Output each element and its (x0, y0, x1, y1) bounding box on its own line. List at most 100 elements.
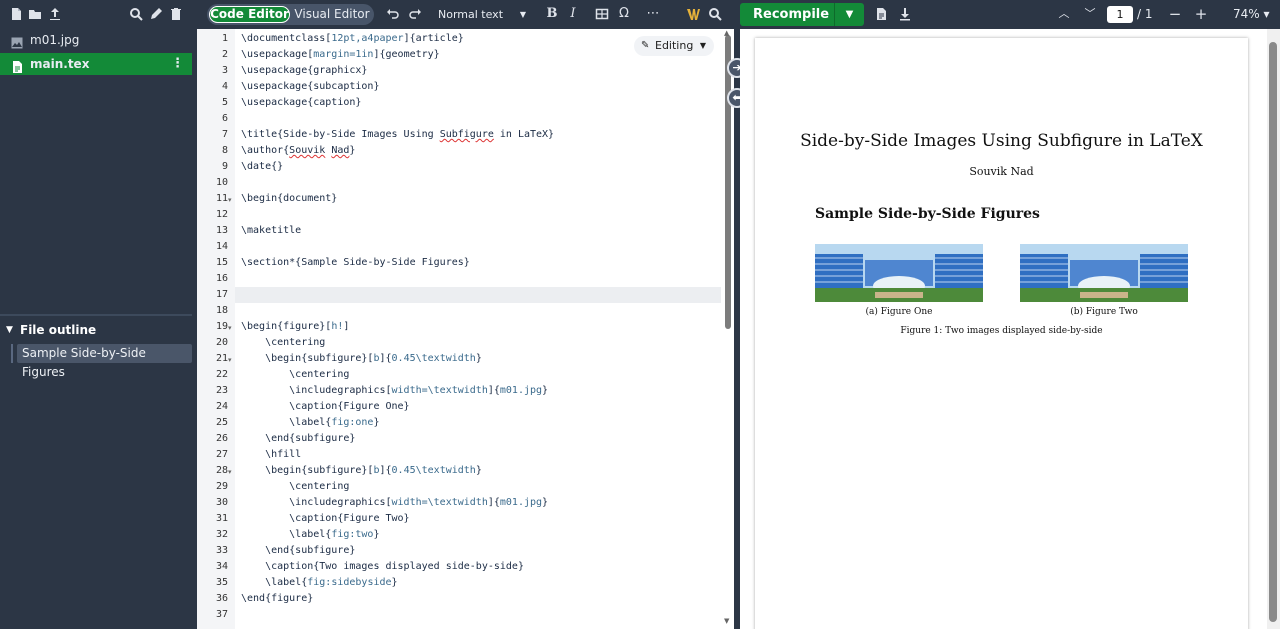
code-line[interactable]: \begin{figure}[h!] (241, 319, 349, 335)
fold-toggle-icon[interactable]: ▾ (228, 356, 232, 364)
code-line[interactable]: \section*{Sample Side-by-Side Figures} (241, 255, 470, 271)
recompile-label: Recompile (753, 7, 830, 22)
fold-toggle-icon[interactable]: ▾ (228, 468, 232, 476)
line-number: 7 (221, 129, 228, 140)
outline-indent-bar (11, 344, 13, 363)
code-line[interactable]: \caption{Two images displayed side-by-si… (241, 559, 524, 575)
search-icon[interactable] (128, 6, 144, 22)
page-total: / 1 (1137, 7, 1153, 21)
page-number-input[interactable]: 1 (1107, 6, 1133, 23)
line-number: 17 (215, 289, 228, 300)
code-line[interactable]: \label{fig:one} (241, 415, 379, 431)
code-line[interactable]: \label{fig:sidebyside} (241, 575, 397, 591)
code-line[interactable]: \author{Souvik Nad} (241, 143, 355, 159)
code-line[interactable]: \caption{Figure Two} (241, 511, 409, 527)
code-line[interactable]: \usepackage{graphicx} (241, 63, 367, 79)
text-style-select[interactable]: Normal text ▼ (438, 6, 528, 23)
line-number: 27 (215, 449, 228, 460)
file-icon (11, 58, 23, 73)
code-editor-button[interactable]: Code Editor (209, 6, 290, 23)
recompile-options-chevron-icon[interactable]: ▼ (834, 3, 864, 26)
chevron-down-icon: ▼ (699, 41, 706, 50)
line-number: 4 (221, 81, 228, 92)
fold-toggle-icon[interactable]: ▾ (228, 196, 232, 204)
line-number: 2 (221, 49, 228, 60)
line-number: 26 (215, 433, 228, 444)
line-number: 31 (215, 513, 228, 524)
code-line[interactable]: \begin{subfigure}[b]{0.45\textwidth} (241, 351, 482, 367)
previous-page-icon[interactable]: ︿ (1056, 6, 1072, 22)
line-number: 34 (215, 561, 228, 572)
zoom-in-icon[interactable]: + (1193, 6, 1209, 22)
code-line[interactable]: \begin{document} (241, 191, 337, 207)
code-line[interactable]: \end{figure} (241, 591, 313, 607)
code-line[interactable]: \usepackage[margin=1in]{geometry} (241, 47, 440, 63)
code-line[interactable]: \usepackage{caption} (241, 95, 361, 111)
line-number: 1 (221, 33, 228, 44)
code-line[interactable]: \title{Side-by-Side Images Using Subfigu… (241, 127, 554, 143)
code-line[interactable]: \hfill (241, 447, 301, 463)
fold-toggle-icon[interactable]: ▾ (228, 324, 232, 332)
omega-icon[interactable]: Ω (616, 6, 632, 22)
scroll-up-icon[interactable]: ▲ (724, 29, 729, 37)
code-line[interactable]: \centering (241, 367, 349, 383)
sidebar-resize-handle[interactable] (0, 314, 192, 316)
code-line[interactable]: \includegraphics[width=\textwidth]{m01.j… (241, 495, 548, 511)
file-item-main-tex[interactable]: main.tex ⋮ (0, 53, 192, 75)
file-outline-header[interactable]: ▼ File outline (0, 321, 192, 339)
code-editor[interactable]: 1 2 3 4 5 6 7 8 9 10 11 ▾ 12 13 14 15 16 17 18 19 ▾ 20 21 ▾ 22 23… (197, 29, 734, 629)
next-page-icon[interactable]: ﹀ (1082, 6, 1098, 22)
pdf-section-heading: Sample Side-by-Side Figures (815, 206, 1040, 222)
code-line[interactable]: \centering (241, 335, 325, 351)
code-line[interactable]: \maketitle (241, 223, 301, 239)
line-number: 25 (215, 417, 228, 428)
editing-mode-dropdown[interactable]: ✎ Editing ▼ (634, 36, 714, 56)
code-line[interactable]: \end{subfigure} (241, 431, 355, 447)
pencil-icon: ✎ (641, 40, 650, 51)
pdf-figure-image-a (815, 244, 983, 302)
writefull-icon[interactable] (685, 6, 701, 22)
line-number: 32 (215, 529, 228, 540)
new-folder-icon[interactable] (27, 6, 43, 22)
italic-icon[interactable]: I (565, 6, 581, 22)
line-number: 13 (215, 225, 228, 236)
active-line-highlight (235, 287, 721, 303)
table-icon[interactable] (594, 6, 610, 22)
code-line[interactable]: \end{subfigure} (241, 543, 355, 559)
pdf-page[interactable]: Side-by-Side Images Using Subfigure in L… (755, 38, 1248, 629)
code-line[interactable]: \label{fig:two} (241, 527, 379, 543)
bold-icon[interactable]: B (544, 6, 560, 22)
scroll-down-icon[interactable]: ▼ (724, 617, 729, 625)
undo-icon[interactable] (385, 6, 401, 22)
recompile-button[interactable]: Recompile ▼ (740, 3, 864, 26)
visual-editor-button[interactable]: Visual Editor (292, 6, 372, 23)
line-number: 6 (221, 113, 228, 124)
code-line[interactable]: \includegraphics[width=\textwidth]{m01.j… (241, 383, 548, 399)
more-icon[interactable]: ⋯ (645, 6, 661, 22)
code-line[interactable]: \documentclass[12pt,a4paper]{article} (241, 31, 464, 47)
new-file-icon[interactable] (8, 6, 24, 22)
redo-icon[interactable] (407, 6, 423, 22)
code-line[interactable]: \caption{Figure One} (241, 399, 409, 415)
code-line[interactable]: \date{} (241, 159, 283, 175)
pdf-scrollbar[interactable] (1269, 42, 1277, 622)
chevron-down-icon: ▼ (519, 10, 526, 19)
editor-scrollbar[interactable] (725, 35, 731, 329)
upload-icon[interactable] (47, 6, 63, 22)
log-file-icon[interactable] (873, 6, 889, 22)
outline-item-section[interactable]: Sample Side-by-Side Figures (17, 344, 192, 379)
code-line[interactable]: \usepackage{subcaption} (241, 79, 379, 95)
line-number: 5 (221, 97, 228, 108)
zoom-out-icon[interactable]: − (1167, 6, 1183, 22)
search-icon[interactable] (707, 6, 723, 22)
code-line[interactable]: \begin{subfigure}[b]{0.45\textwidth} (241, 463, 482, 479)
download-pdf-icon[interactable] (897, 6, 913, 22)
rename-icon[interactable] (148, 6, 164, 22)
pdf-author: Souvik Nad (969, 165, 1034, 178)
file-item-m01[interactable]: m01.jpg (0, 29, 192, 51)
zoom-level-select[interactable]: 74% ▾ (1233, 6, 1270, 23)
line-number: 30 (215, 497, 228, 508)
code-line[interactable]: \centering (241, 479, 349, 495)
file-menu-icon[interactable]: ⋮ (171, 53, 184, 75)
delete-icon[interactable] (168, 6, 184, 22)
